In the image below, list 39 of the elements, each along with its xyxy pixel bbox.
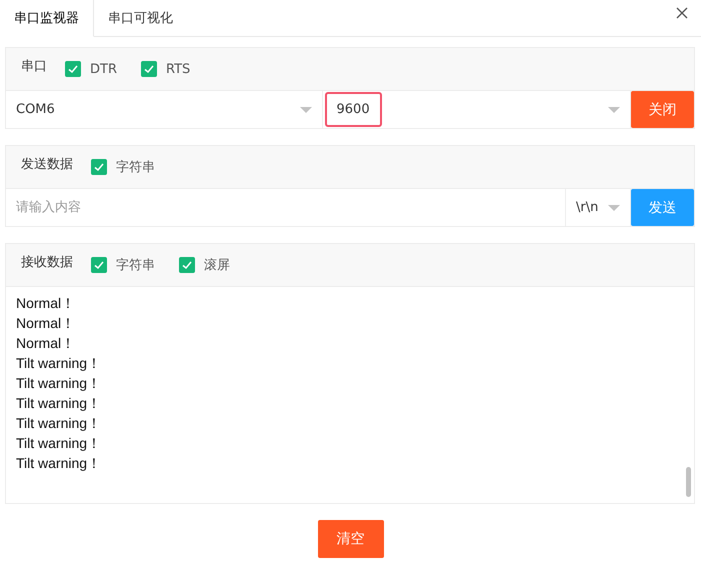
caret-icon — [608, 204, 620, 210]
log-line: Normal！ — [16, 294, 76, 313]
log-line: Normal！ — [16, 334, 76, 353]
port-select[interactable]: COM6 — [6, 91, 322, 128]
check-icon — [181, 259, 193, 271]
baud-select[interactable]: 9600 — [322, 91, 631, 128]
log-line: Tilt warning！ — [16, 354, 102, 373]
checkbox-label: DTR — [90, 62, 117, 76]
log-line: Tilt warning！ — [16, 414, 102, 433]
scrollbar-thumb[interactable] — [686, 467, 691, 497]
panel-title: 发送数据 — [21, 156, 73, 173]
check-icon — [93, 161, 105, 173]
caret-icon — [608, 106, 620, 112]
log-line: Tilt warning！ — [16, 374, 102, 393]
log-line: Tilt warning！ — [16, 434, 102, 453]
highlighted-value: 9600 — [324, 92, 382, 127]
panel-title: 接收数据 — [21, 254, 73, 271]
check-icon — [93, 259, 105, 271]
checkbox-label: 字符串 — [116, 257, 155, 274]
checkbox-label: 字符串 — [116, 159, 155, 176]
log-line: Tilt warning！ — [16, 454, 102, 473]
line-ending-select[interactable]: \r\n — [566, 189, 631, 226]
close-icon[interactable] — [676, 7, 688, 19]
log-line: Tilt warning！ — [16, 394, 102, 413]
tab[interactable]: 串口可视化 — [94, 0, 187, 37]
tab[interactable]: 串口监视器 — [0, 0, 94, 37]
checkbox[interactable] — [179, 257, 195, 273]
checkbox[interactable] — [91, 159, 107, 175]
input-field[interactable]: 请输入内容 — [6, 189, 566, 226]
checkbox-label: 滚屏 — [204, 257, 230, 274]
checkbox-label: RTS — [166, 62, 190, 76]
check-icon — [142, 63, 155, 75]
caret-icon — [300, 106, 312, 112]
log-line: Normal！ — [16, 314, 76, 333]
check-icon — [67, 63, 79, 75]
checkbox[interactable] — [65, 61, 81, 77]
panel-title: 串口 — [21, 58, 47, 75]
checkbox[interactable] — [140, 61, 157, 77]
checkbox[interactable] — [91, 257, 107, 273]
